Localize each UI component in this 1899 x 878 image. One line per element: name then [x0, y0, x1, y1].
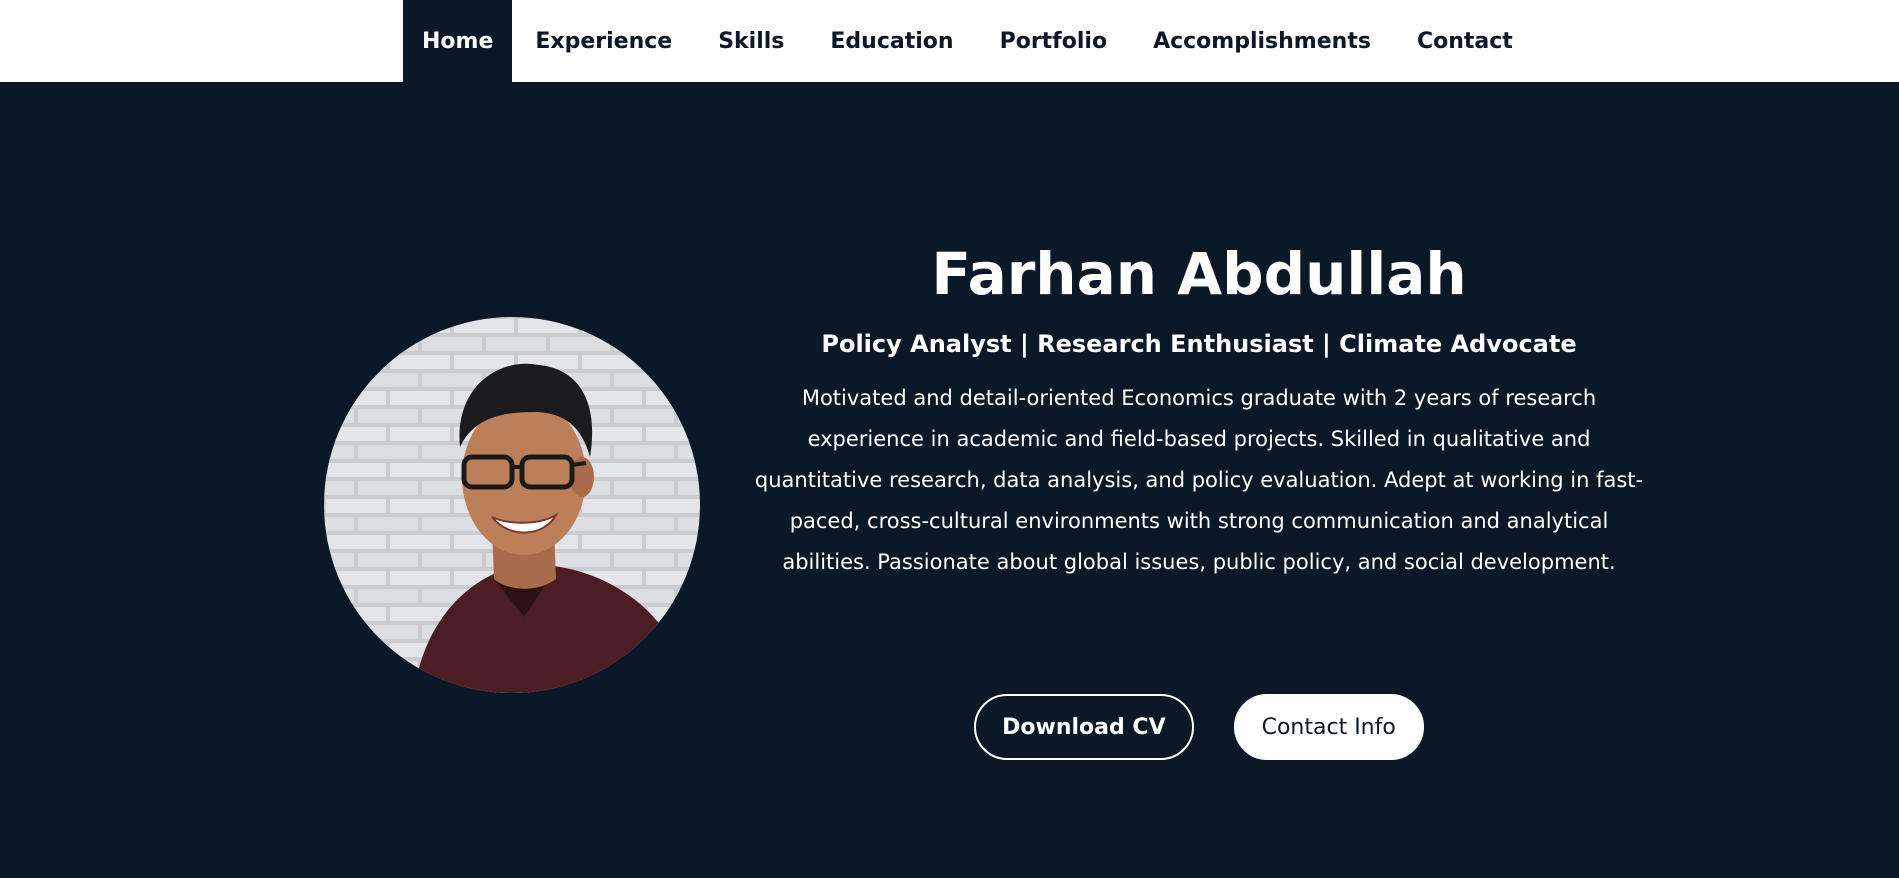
- nav-item-contact[interactable]: Contact: [1394, 0, 1536, 82]
- profile-bio: Motivated and detail-oriented Economics …: [754, 386, 1644, 574]
- contact-info-button[interactable]: Contact Info: [1233, 694, 1424, 760]
- hero-section: Farhan Abdullah Policy Analyst | Researc…: [0, 82, 1899, 878]
- nav-item-skills[interactable]: Skills: [695, 0, 807, 82]
- nav-item-portfolio[interactable]: Portfolio: [977, 0, 1131, 82]
- nav-item-education[interactable]: Education: [807, 0, 976, 82]
- profile-photo: [324, 317, 700, 693]
- profile-name: Farhan Abdullah: [931, 240, 1467, 308]
- nav-item-home[interactable]: Home: [403, 0, 513, 82]
- hero-buttons: Download CV Contact Info: [745, 694, 1653, 760]
- nav-menu: Home Experience Skills Education Portfol…: [403, 0, 1536, 82]
- download-cv-button[interactable]: Download CV: [974, 694, 1194, 760]
- nav-item-accomplishments[interactable]: Accomplishments: [1130, 0, 1394, 82]
- profile-photo-illustration: [324, 317, 700, 693]
- top-navbar: Home Experience Skills Education Portfol…: [0, 0, 1899, 82]
- hero-content: Farhan Abdullah Policy Analyst | Researc…: [745, 232, 1653, 583]
- nav-item-experience[interactable]: Experience: [512, 0, 695, 82]
- profile-tagline: Policy Analyst | Research Enthusiast | C…: [821, 330, 1577, 358]
